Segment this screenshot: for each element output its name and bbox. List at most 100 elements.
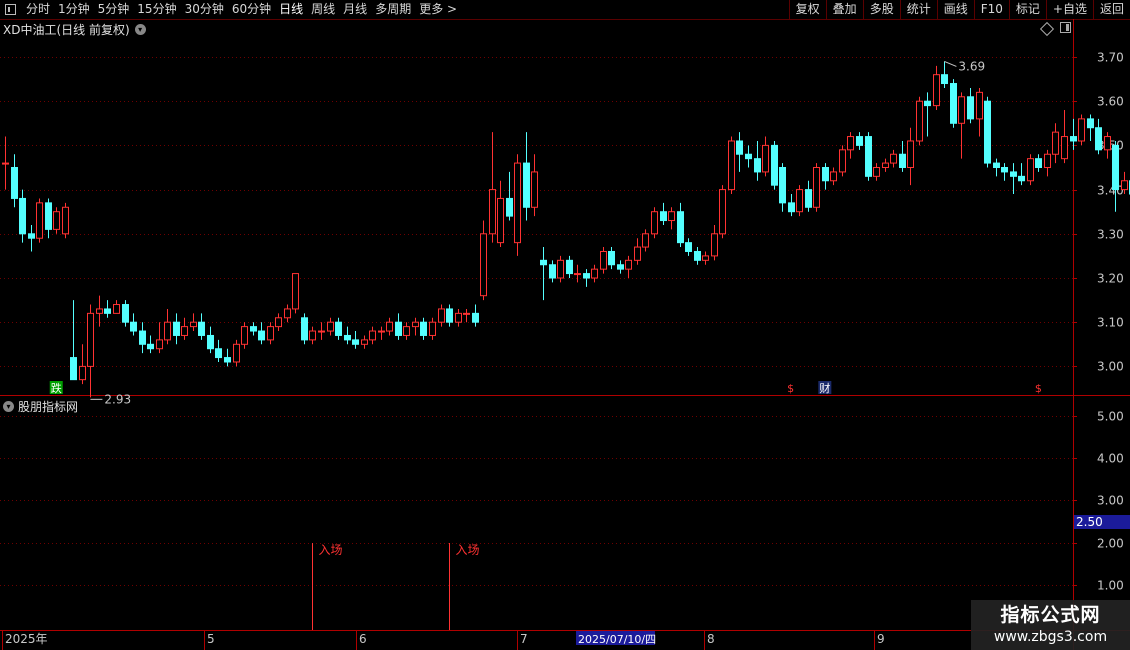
candle-body [96, 308, 103, 314]
candle-body [1095, 127, 1102, 151]
candle-body [309, 330, 316, 341]
candle-body [745, 153, 752, 160]
candle-body [190, 321, 197, 328]
candle-body [1087, 118, 1094, 129]
candle-body [822, 167, 829, 182]
candle-body [438, 308, 445, 323]
candle-body [267, 326, 274, 341]
candle-body [1044, 153, 1051, 169]
candle-body [899, 153, 906, 169]
candle-body [967, 96, 974, 120]
watermark: 指标公式网 www.zbgs3.com [971, 600, 1130, 650]
candle-body [45, 202, 52, 230]
candle-body [617, 264, 624, 270]
candle-body [847, 136, 854, 151]
candle-body [1121, 180, 1128, 191]
candle-body [463, 312, 470, 315]
candle-body [70, 357, 77, 381]
y-tick-label: 3.00 [1097, 360, 1124, 374]
candle-body [378, 330, 385, 333]
candle-body [301, 317, 308, 341]
candle-body [472, 312, 479, 323]
candle-body [941, 74, 948, 85]
low-price-label: 2.93 [104, 392, 131, 406]
event-marker: $ [787, 382, 794, 395]
candle-body [335, 321, 342, 336]
candle-body [702, 255, 709, 261]
candle-body [873, 167, 880, 177]
candle-body [583, 273, 590, 279]
candle-body [369, 330, 376, 341]
current-value-label: 2.50 [1076, 515, 1103, 529]
candle-body [1035, 158, 1042, 169]
x-axis-label: 6 [359, 632, 367, 646]
candle-body [122, 304, 129, 323]
candle-body [736, 140, 743, 155]
candle-body [540, 259, 547, 266]
candle-body [11, 167, 18, 199]
candle-body [250, 326, 257, 332]
candle-body [1018, 175, 1025, 182]
candle-body [1061, 136, 1068, 160]
candle-body [779, 167, 786, 204]
candle-body [1010, 171, 1017, 177]
candlestick-chart[interactable]: 3.703.603.503.403.303.203.103.005.004.00… [0, 0, 1130, 650]
candle-body [207, 334, 214, 350]
candle-body [1070, 136, 1077, 142]
candle-body [181, 326, 188, 336]
candle-body [87, 312, 94, 367]
y-tick-label: 3.70 [1097, 51, 1124, 65]
y-tick-label: 3.40 [1097, 184, 1124, 198]
watermark-title: 指标公式网 [1000, 604, 1101, 626]
candle-body [642, 233, 649, 248]
candle-body [856, 136, 863, 146]
candle-body [924, 100, 931, 107]
candle-body [933, 74, 940, 107]
signal-label: 入场 [456, 543, 480, 557]
candle-body [130, 321, 137, 332]
y-tick-label: 4.00 [1097, 452, 1124, 466]
x-axis-label: 2025年 [5, 632, 48, 646]
candle-body [497, 197, 504, 244]
candle-body [1001, 167, 1008, 173]
candle-body [1112, 144, 1119, 191]
candle-body [574, 273, 581, 276]
candle-body [591, 268, 598, 279]
candle-body [420, 321, 427, 336]
candle-body [694, 250, 701, 261]
candle-body [677, 211, 684, 244]
candle-body [147, 343, 154, 350]
candle-body [241, 326, 248, 345]
candle-body [258, 330, 265, 341]
candle-body [53, 211, 60, 230]
candle-body [523, 162, 530, 208]
candle-body [403, 326, 410, 336]
candle-body [600, 250, 607, 270]
candle-body [976, 91, 983, 120]
candle-body [907, 140, 914, 168]
event-marker: 跌 [51, 381, 62, 395]
candle-body [506, 197, 513, 217]
x-axis-label: 9 [877, 632, 885, 646]
candle-body [634, 246, 641, 261]
candle-body [36, 202, 43, 239]
candle-body [882, 162, 889, 169]
candle-body [164, 321, 171, 341]
candle-body [275, 317, 282, 328]
high-price-label: 3.69 [958, 59, 985, 73]
y-tick-label: 5.00 [1097, 410, 1124, 424]
candle-body [139, 330, 146, 345]
candle-body [292, 273, 299, 310]
cursor-date-label: 2025/07/10/四 [578, 633, 656, 646]
candle-body [754, 158, 761, 173]
event-marker: $ [1035, 382, 1042, 395]
candle-body [993, 162, 1000, 169]
candle-body [215, 348, 222, 359]
candle-body [813, 167, 820, 208]
y-tick-label: 3.20 [1097, 272, 1124, 286]
candle-body [608, 250, 615, 266]
candle-body [412, 321, 419, 328]
candle-body [489, 189, 496, 235]
candle-body [28, 233, 35, 239]
candle-body [1104, 136, 1111, 151]
